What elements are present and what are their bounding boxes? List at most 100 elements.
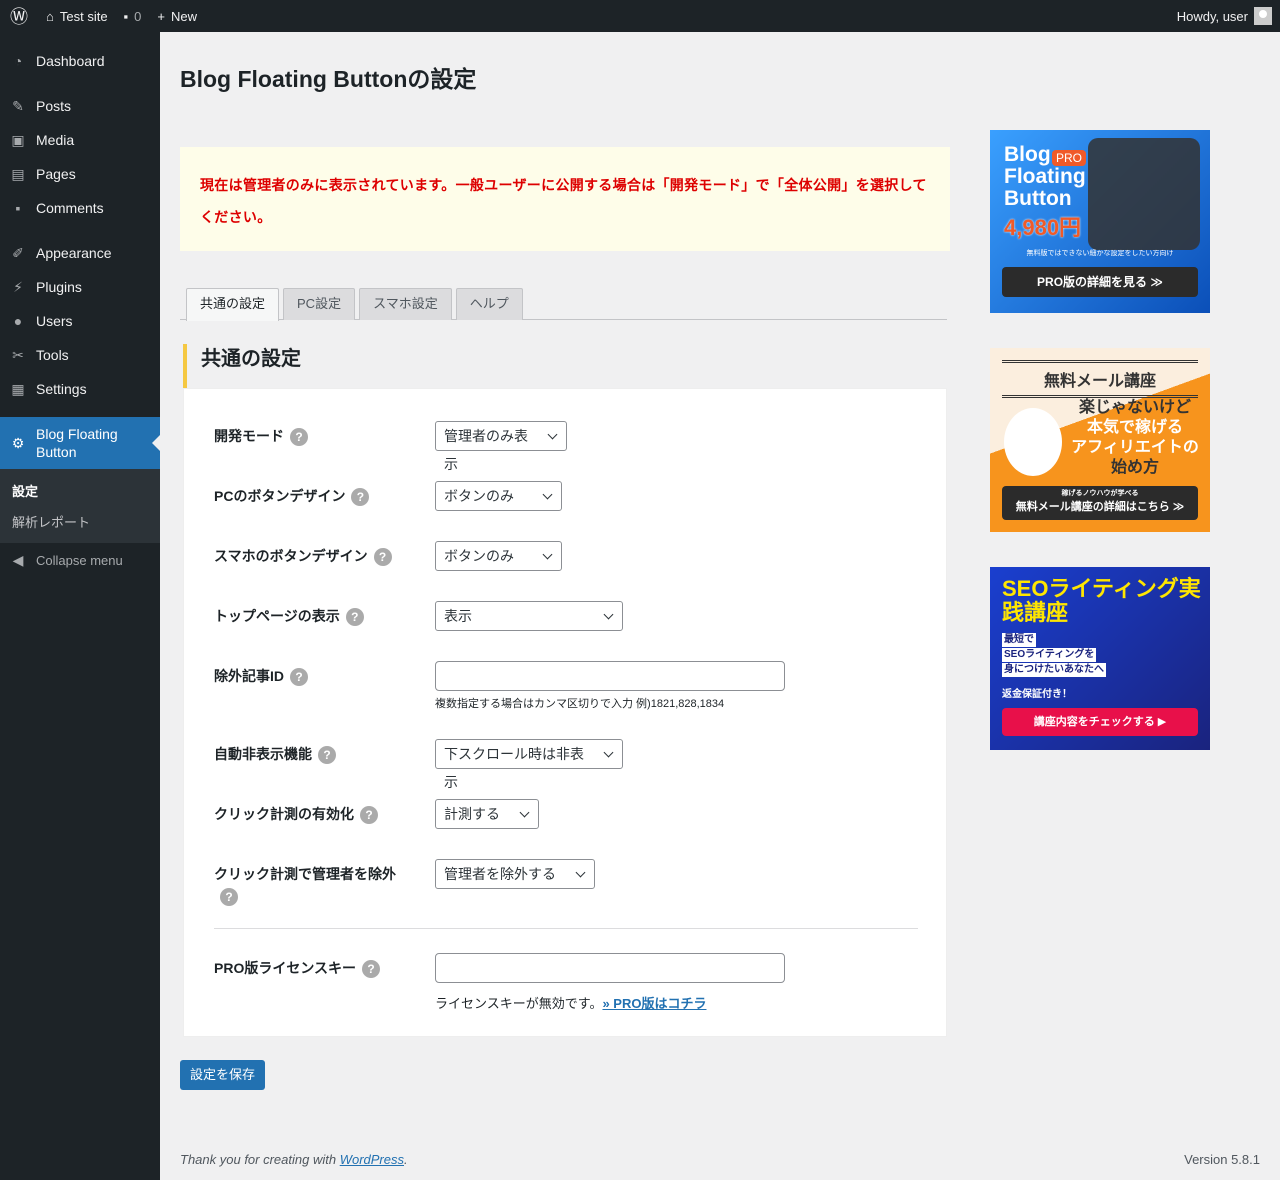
help-icon[interactable]: ? [318,746,336,765]
divider [214,928,918,929]
field-label: スマホのボタンデザイン [214,548,368,564]
phone-hand-image [1004,408,1062,476]
banner-cta: 講座内容をチェックする ▶ [1002,708,1198,736]
help-icon[interactable]: ? [290,668,308,687]
license-key-input[interactable] [435,953,785,983]
submenu-report[interactable]: 解析レポート [0,506,160,537]
new-label: New [170,8,197,24]
banner-line: 楽じゃないけど [1078,399,1191,416]
collapse-icon: ◀ [12,552,24,568]
help-icon[interactable]: ? [290,428,308,447]
menu-label: Pages [36,166,76,182]
help-icon[interactable]: ? [345,608,364,627]
field-label: 除外記事ID [214,668,284,684]
save-button[interactable]: 設定を保存 [180,1060,266,1090]
settings-icon: ▦ [11,381,25,397]
field-label: 自動非表示機能 [214,746,312,762]
sidebar-item-blog-floating-button[interactable]: ⚙ Blog Floating Button [0,417,160,469]
media-icon: ▣ [11,132,25,148]
license-status: ライセンスキーが無効です。 [435,996,603,1011]
sidebar-item-dashboard[interactable]: ◔ Dashboard [0,44,160,78]
comment-count: 0 [134,8,142,24]
wordpress-link[interactable]: WordPress [340,1152,404,1167]
dev-mode-select[interactable]: 管理者のみ表示 [435,421,567,472]
field-label: クリック計測で管理者を除外 [214,866,396,882]
sidebar-item-plugins[interactable]: ⚡ Plugins [0,270,160,304]
home-icon: ⌂ [46,8,54,24]
field-note: 複数指定する場合はカンマ区切りで入力 例)1821,828,1834 [435,698,725,710]
admin-notice: 現在は管理者のみに表示されています。一般ユーザーに公開する場合は「開発モード」で… [180,147,950,251]
pin-icon: ✎ [12,98,24,114]
sidebar-item-appearance[interactable]: ✐ Appearance [0,236,160,270]
auto-hide-select[interactable]: 下スクロール時は非表示 [435,739,623,790]
plus-icon: + [157,8,165,24]
sidebar-item-posts[interactable]: ✎ Posts [0,89,160,123]
site-link[interactable]: ⌂ Test site [38,0,116,32]
banner-sub: 返金保証付き！ [1002,689,1072,700]
sidebar-item-media[interactable]: ▣ Media [0,123,160,157]
collapse-menu[interactable]: ◀ Collapse menu [0,543,160,577]
sidebar-item-tools[interactable]: ✂ Tools [0,338,160,372]
banner-line: SEOライティングを [1002,648,1097,662]
settings-tabs: 共通の設定 PC設定 スマホ設定 ヘルプ [180,288,947,321]
field-label: 開発モード [214,428,284,444]
pc-design-select[interactable]: ボタンのみ [435,481,562,511]
submenu: 設定 解析レポート [0,469,160,543]
sp-design-select[interactable]: ボタンのみ [435,541,562,571]
help-icon[interactable]: ? [360,806,378,825]
tab-common[interactable]: 共通の設定 [186,288,280,321]
banner-line: アフィリエイトの [1071,439,1199,456]
site-name: Test site [59,8,108,24]
help-icon[interactable]: ? [373,548,392,567]
footer-thanks: Thank you for creating with [180,1152,340,1167]
menu-label: Plugins [36,279,82,295]
version: Version 5.8.1 [1184,1152,1260,1167]
menu-label: Posts [36,98,72,114]
banner-line: 始め方 [1110,459,1159,476]
menu-label: Settings [36,381,87,397]
help-icon[interactable]: ? [351,488,370,507]
menu-label: Users [36,313,73,329]
sidebar-item-settings[interactable]: ▦ Settings [0,372,160,406]
help-icon[interactable]: ? [362,960,381,979]
user-icon: ● [13,313,23,329]
banner-line: 身につけたいあなたへ [1002,663,1106,677]
wrench-icon: ✂ [12,347,24,363]
menu-label: Media [36,132,75,148]
menu-label: Tools [36,347,69,363]
banner-title: SEOライティング実践講座 [1002,576,1201,625]
field-label: PRO版ライセンスキー [214,960,357,976]
sidebar-item-comments[interactable]: ▪ Comments [0,191,160,225]
banner-line: 最短で [1002,633,1036,647]
new-content-link[interactable]: + New [149,0,205,32]
help-icon[interactable]: ? [220,888,238,907]
sidebar-item-users[interactable]: ● Users [0,304,160,338]
exclude-ids-input[interactable] [435,661,785,691]
pages-icon: ▤ [11,166,25,182]
brush-icon: ✐ [12,245,24,261]
admin-sidebar: ◔ Dashboard ✎ Posts ▣ Media ▤ Pages ▪ Comment… [0,32,160,1180]
seo-course-banner[interactable]: SEOライティング実践講座 最短で SEOライティングを 身につけたいあなたへ … [990,567,1210,750]
banner-line: 本気で稼げる [1086,419,1183,436]
account-menu[interactable]: Howdy, user [1169,0,1280,32]
pro-banner[interactable]: Blog Floating Button PRO 4,980円 無料版ではできな… [990,130,1210,313]
top-page-select[interactable]: 表示 [435,601,623,631]
click-tracking-select[interactable]: 計測する [435,799,539,829]
comments-link[interactable]: ▪ 0 [116,0,150,32]
plugin-icon: ⚡ [13,279,23,295]
field-label: クリック計測の有効化 [214,806,354,822]
exclude-admin-select[interactable]: 管理者を除外する [435,859,595,889]
pro-link[interactable]: » PRO版はコチラ [602,996,706,1011]
submenu-settings[interactable]: 設定 [0,475,160,506]
wordpress-logo-icon[interactable]: Ⓦ [0,0,38,32]
sidebar-item-pages[interactable]: ▤ Pages [0,157,160,191]
banner-cta: 無料メール講座の詳細はこちら ≫ [1015,501,1185,513]
tab-pc[interactable]: PC設定 [283,288,356,320]
main-content: Blog Floating Buttonの設定 現在は管理者のみに表示されていま… [160,32,1280,1180]
banner-cta: PRO版の詳細を見る ≫ [1002,267,1198,297]
menu-label: Dashboard [36,53,105,69]
tab-smartphone[interactable]: スマホ設定 [359,288,452,320]
tab-help[interactable]: ヘルプ [455,288,523,320]
footer-text: Thank you for creating with WordPress. [180,1152,408,1167]
mail-course-banner[interactable]: 無料メール講座 楽じゃないけど 本気で稼げる アフィリエイトの 始め方 稼げるノ… [990,348,1210,532]
